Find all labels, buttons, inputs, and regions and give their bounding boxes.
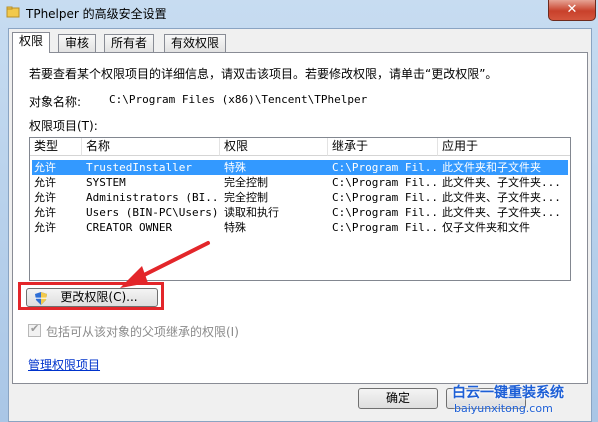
cell-apply-to: 此文件夹、子文件夹...	[442, 176, 561, 189]
column-header-inherited-from[interactable]: 继承于	[328, 138, 438, 156]
cell-permission: 读取和执行	[224, 206, 279, 219]
advanced-security-settings-window: TPhelper 的高级安全设置 ✕ 权限 审核 所有者 有效权限 若要查看某个…	[0, 0, 598, 422]
cell-permission: 特殊	[224, 221, 246, 234]
cell-name: Users (BIN-PC\Users)	[86, 206, 219, 219]
inherit-permissions-checkbox[interactable]: ✔	[28, 322, 41, 337]
cell-inherited-from: C:\Program Fil...	[332, 191, 438, 204]
tab-effective-permissions[interactable]: 有效权限	[164, 34, 227, 52]
cell-type: 允许	[34, 191, 56, 204]
folder-icon	[6, 6, 20, 18]
cell-type: 允许	[34, 176, 56, 189]
object-name-value: C:\Program Files (x86)\Tencent\TPhelper	[109, 93, 368, 106]
permission-entries-list[interactable]: 类型 名称 权限 继承于 应用于 允许 TrustedInstaller 特殊 …	[29, 137, 571, 281]
description-text: 若要查看某个权限项目的详细信息，请双击该项目。若要修改权限，请单击“更改权限”。	[29, 67, 498, 81]
tab-label: 审核	[65, 36, 90, 50]
tab-label: 权限	[19, 34, 44, 48]
column-header-name[interactable]: 名称	[82, 138, 220, 156]
close-button[interactable]: ✕	[548, 0, 596, 21]
cell-permission: 完全控制	[224, 191, 268, 204]
table-row[interactable]: 允许 TrustedInstaller 特殊 C:\Program Fil...…	[32, 160, 568, 175]
permission-entries-label: 权限项目(T):	[29, 119, 98, 133]
cell-type: 允许	[34, 221, 56, 234]
cell-apply-to: 此文件夹、子文件夹...	[442, 191, 561, 204]
tab-permissions[interactable]: 权限	[12, 32, 51, 53]
cell-name: TrustedInstaller	[86, 161, 192, 174]
cell-permission: 完全控制	[224, 176, 268, 189]
change-permissions-button[interactable]: 更改权限(C)...	[26, 288, 158, 307]
watermark-logo: 白云一键重装系统 baiyunxitong.com	[448, 380, 594, 418]
cell-type: 允许	[34, 206, 56, 219]
uac-shield-icon	[35, 292, 47, 305]
cell-apply-to: 此文件夹、子文件夹...	[442, 206, 561, 219]
cell-inherited-from: C:\Program Fil...	[332, 221, 438, 234]
checkmark-icon: ✔	[30, 322, 40, 335]
table-row[interactable]: 允许 Users (BIN-PC\Users) 读取和执行 C:\Program…	[32, 205, 568, 220]
cell-name: Administrators (BI...	[86, 191, 220, 204]
cell-inherited-from: C:\Program Fil...	[332, 206, 438, 219]
manage-permission-entries-link[interactable]: 管理权限项目	[28, 356, 100, 373]
column-header-permission[interactable]: 权限	[220, 138, 328, 156]
table-row[interactable]: 允许 Administrators (BI... 完全控制 C:\Program…	[32, 190, 568, 205]
close-icon: ✕	[566, 2, 578, 17]
ok-button-label: 确定	[385, 391, 410, 405]
watermark-title: 白云一键重装系统	[452, 385, 564, 401]
column-header-type[interactable]: 类型	[30, 138, 82, 156]
inherit-permissions-label: 包括可从该对象的父项继承的权限(I)	[46, 325, 239, 339]
cell-apply-to: 仅子文件夹和文件	[442, 221, 530, 234]
cell-inherited-from: C:\Program Fil...	[332, 161, 438, 174]
cell-permission: 特殊	[224, 161, 246, 174]
cell-inherited-from: C:\Program Fil...	[332, 176, 438, 189]
tab-label: 所有者	[111, 36, 148, 50]
watermark-url: baiyunxitong.com	[454, 402, 553, 415]
cell-type: 允许	[34, 161, 56, 174]
cell-name: CREATOR OWNER	[86, 221, 173, 234]
tab-label: 有效权限	[171, 36, 220, 50]
title-bar[interactable]: TPhelper 的高级安全设置 ✕	[0, 0, 598, 26]
window-title: TPhelper 的高级安全设置	[26, 7, 167, 21]
cell-name: SYSTEM	[86, 176, 126, 189]
tab-owner[interactable]: 所有者	[104, 34, 155, 52]
table-row[interactable]: 允许 SYSTEM 完全控制 C:\Program Fil... 此文件夹、子文…	[32, 175, 568, 190]
table-row[interactable]: 允许 CREATOR OWNER 特殊 C:\Program Fil... 仅子…	[32, 220, 568, 235]
ok-button[interactable]: 确定	[358, 388, 438, 409]
tab-auditing[interactable]: 审核	[58, 34, 97, 52]
column-header-apply-to[interactable]: 应用于	[438, 138, 570, 156]
object-name-label: 对象名称:	[29, 95, 82, 109]
cell-apply-to: 此文件夹和子文件夹	[442, 161, 541, 174]
change-permissions-label: 更改权限(C)...	[60, 290, 138, 304]
